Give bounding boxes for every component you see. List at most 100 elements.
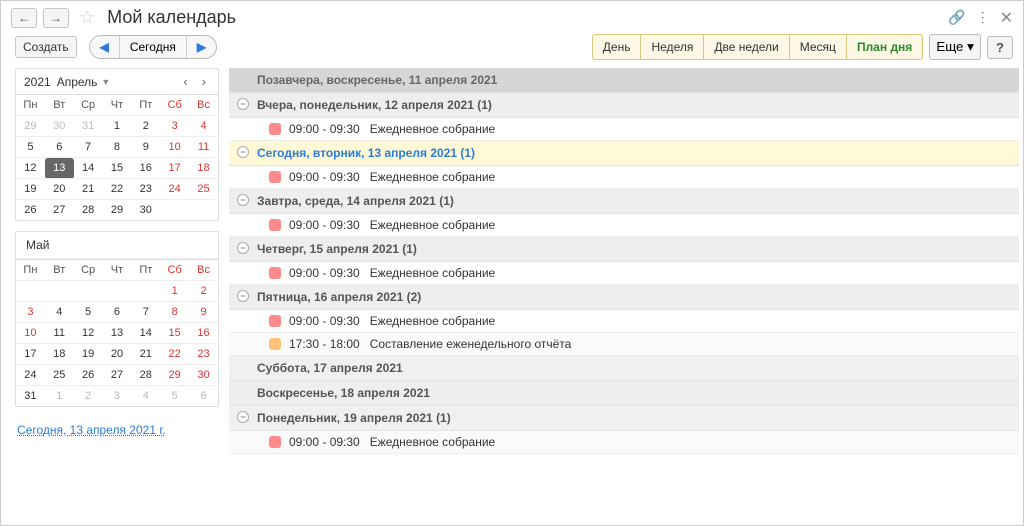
calendar-day[interactable]: 29: [160, 365, 189, 386]
collapse-icon[interactable]: −: [237, 98, 249, 110]
calendar-day[interactable]: 23: [189, 344, 218, 365]
mini-cal-next[interactable]: ›: [198, 74, 210, 89]
calendar-day[interactable]: 11: [45, 323, 74, 344]
calendar-day[interactable]: 1: [160, 281, 189, 302]
collapse-icon[interactable]: −: [237, 290, 249, 302]
calendar-day[interactable]: 25: [189, 179, 218, 200]
close-icon[interactable]: ✕: [1000, 8, 1013, 28]
agenda-day-header[interactable]: Воскресенье, 18 апреля 2021: [229, 381, 1019, 406]
view-tab-0[interactable]: День: [593, 35, 642, 59]
calendar-day[interactable]: 2: [74, 386, 103, 407]
calendar-day[interactable]: 30: [131, 200, 160, 221]
calendar-day[interactable]: 5: [74, 302, 103, 323]
calendar-day[interactable]: 30: [45, 116, 74, 137]
agenda-day-header[interactable]: Позавчера, воскресенье, 11 апреля 2021: [229, 68, 1019, 93]
calendar-day[interactable]: 6: [103, 302, 132, 323]
calendar-day[interactable]: 14: [131, 323, 160, 344]
agenda-event[interactable]: 09:00 - 09:30Ежедневное собрание: [229, 431, 1019, 454]
agenda-event[interactable]: 09:00 - 09:30Ежедневное собрание: [229, 214, 1019, 237]
mini-cal-year[interactable]: 2021: [24, 75, 51, 89]
calendar-day[interactable]: 19: [74, 344, 103, 365]
agenda-day-header[interactable]: −Вчера, понедельник, 12 апреля 2021 (1): [229, 93, 1019, 118]
chevron-down-icon[interactable]: ▼: [101, 77, 110, 87]
calendar-day[interactable]: 8: [160, 302, 189, 323]
calendar-day[interactable]: 28: [74, 200, 103, 221]
calendar-day[interactable]: 4: [189, 116, 218, 137]
agenda-day-header[interactable]: −Завтра, среда, 14 апреля 2021 (1): [229, 189, 1019, 214]
calendar-day[interactable]: 10: [160, 137, 189, 158]
calendar-day[interactable]: 14: [74, 158, 103, 179]
calendar-day[interactable]: 11: [189, 137, 218, 158]
link-icon[interactable]: 🔗: [948, 9, 965, 26]
prev-day-button[interactable]: ◀: [90, 36, 119, 58]
calendar-day[interactable]: 20: [103, 344, 132, 365]
calendar-day[interactable]: 26: [74, 365, 103, 386]
calendar-day[interactable]: 6: [45, 137, 74, 158]
calendar-day[interactable]: 4: [131, 386, 160, 407]
mini-cal-month[interactable]: Апрель: [57, 75, 98, 89]
collapse-icon[interactable]: −: [237, 146, 249, 158]
calendar-day[interactable]: 3: [160, 116, 189, 137]
calendar-day[interactable]: 30: [189, 365, 218, 386]
calendar-day[interactable]: 5: [160, 386, 189, 407]
calendar-day[interactable]: 6: [189, 386, 218, 407]
agenda-event[interactable]: 09:00 - 09:30Ежедневное собрание: [229, 310, 1019, 333]
calendar-day[interactable]: 19: [16, 179, 45, 200]
collapse-icon[interactable]: −: [237, 242, 249, 254]
view-tab-1[interactable]: Неделя: [641, 35, 704, 59]
calendar-day[interactable]: 23: [131, 179, 160, 200]
calendar-day[interactable]: 2: [131, 116, 160, 137]
next-day-button[interactable]: ▶: [187, 36, 216, 58]
view-tab-4[interactable]: План дня: [847, 35, 922, 59]
calendar-day[interactable]: 20: [45, 179, 74, 200]
view-tab-3[interactable]: Месяц: [790, 35, 847, 59]
calendar-day[interactable]: 24: [16, 365, 45, 386]
calendar-day[interactable]: 29: [103, 200, 132, 221]
calendar-day[interactable]: 22: [103, 179, 132, 200]
calendar-day[interactable]: 13: [45, 158, 74, 179]
calendar-day[interactable]: 1: [103, 116, 132, 137]
calendar-day[interactable]: 3: [16, 302, 45, 323]
help-button[interactable]: ?: [987, 36, 1013, 59]
calendar-day[interactable]: 21: [74, 179, 103, 200]
favorite-icon[interactable]: ☆: [79, 7, 95, 28]
calendar-day[interactable]: 17: [16, 344, 45, 365]
agenda-day-header[interactable]: −Четверг, 15 апреля 2021 (1): [229, 237, 1019, 262]
forward-button[interactable]: →: [43, 8, 69, 28]
calendar-day[interactable]: 1: [45, 386, 74, 407]
agenda-event[interactable]: 09:00 - 09:30Ежедневное собрание: [229, 166, 1019, 189]
calendar-day[interactable]: 18: [45, 344, 74, 365]
calendar-day[interactable]: 9: [189, 302, 218, 323]
calendar-day[interactable]: 3: [103, 386, 132, 407]
calendar-day[interactable]: 27: [45, 200, 74, 221]
agenda-day-header[interactable]: −Сегодня, вторник, 13 апреля 2021 (1): [229, 141, 1019, 166]
calendar-day[interactable]: 18: [189, 158, 218, 179]
kebab-menu-icon[interactable]: ⋮: [976, 9, 990, 26]
collapse-icon[interactable]: −: [237, 194, 249, 206]
calendar-day[interactable]: 26: [16, 200, 45, 221]
calendar-day[interactable]: 29: [16, 116, 45, 137]
calendar-day[interactable]: 15: [103, 158, 132, 179]
more-button[interactable]: Еще ▾: [929, 34, 981, 60]
calendar-day[interactable]: 16: [131, 158, 160, 179]
agenda-day-header[interactable]: −Понедельник, 19 апреля 2021 (1): [229, 406, 1019, 431]
calendar-day[interactable]: 22: [160, 344, 189, 365]
create-button[interactable]: Создать: [15, 36, 77, 58]
calendar-day[interactable]: 9: [131, 137, 160, 158]
calendar-day[interactable]: 31: [74, 116, 103, 137]
calendar-day[interactable]: 15: [160, 323, 189, 344]
today-link[interactable]: Сегодня, 13 апреля 2021 г.: [15, 417, 168, 443]
agenda-day-header[interactable]: −Пятница, 16 апреля 2021 (2): [229, 285, 1019, 310]
calendar-day[interactable]: 12: [74, 323, 103, 344]
today-button[interactable]: Сегодня: [119, 36, 187, 58]
calendar-day[interactable]: 8: [103, 137, 132, 158]
calendar-day[interactable]: 5: [16, 137, 45, 158]
agenda-event[interactable]: 17:30 - 18:00Составление еженедельного о…: [229, 333, 1019, 356]
calendar-day[interactable]: 25: [45, 365, 74, 386]
calendar-day[interactable]: 21: [131, 344, 160, 365]
agenda-event[interactable]: 09:00 - 09:30Ежедневное собрание: [229, 262, 1019, 285]
view-tab-2[interactable]: Две недели: [704, 35, 789, 59]
calendar-day[interactable]: 27: [103, 365, 132, 386]
calendar-day[interactable]: 28: [131, 365, 160, 386]
collapse-icon[interactable]: −: [237, 411, 249, 423]
